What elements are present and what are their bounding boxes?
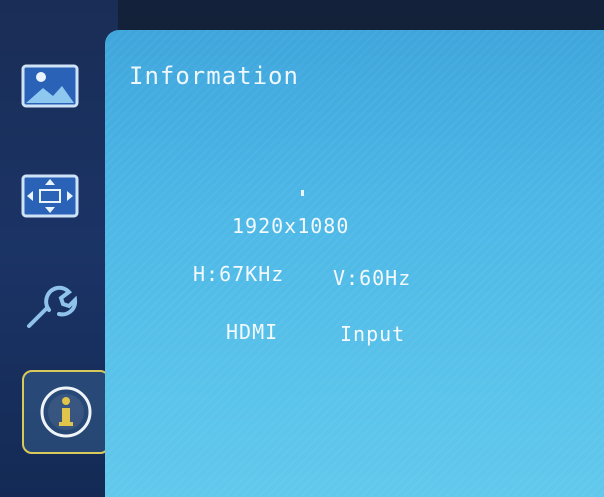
- decorative-dot: [301, 190, 304, 196]
- input-source-suffix: Input: [340, 322, 406, 346]
- wrench-icon: [21, 280, 79, 332]
- menu-item-picture[interactable]: [16, 60, 84, 112]
- menu-item-setup[interactable]: [16, 280, 84, 332]
- information-panel: Information: [105, 30, 604, 497]
- position-icon: [21, 174, 79, 218]
- vertical-frequency: V:60Hz: [333, 266, 412, 290]
- panel-title: Information: [129, 62, 299, 90]
- menu-item-position[interactable]: [16, 170, 84, 222]
- input-source: HDMI: [226, 320, 279, 344]
- picture-icon: [21, 64, 79, 108]
- monitor-osd-screen: Information 1920x1080 H:67KHz V:60Hz HDM…: [0, 0, 604, 497]
- info-icon: [38, 384, 94, 440]
- horizontal-frequency: H:67KHz: [193, 262, 285, 286]
- resolution-value: 1920x1080: [232, 214, 350, 238]
- menu-item-information[interactable]: [22, 370, 110, 454]
- osd-menu-sidebar: [0, 0, 118, 497]
